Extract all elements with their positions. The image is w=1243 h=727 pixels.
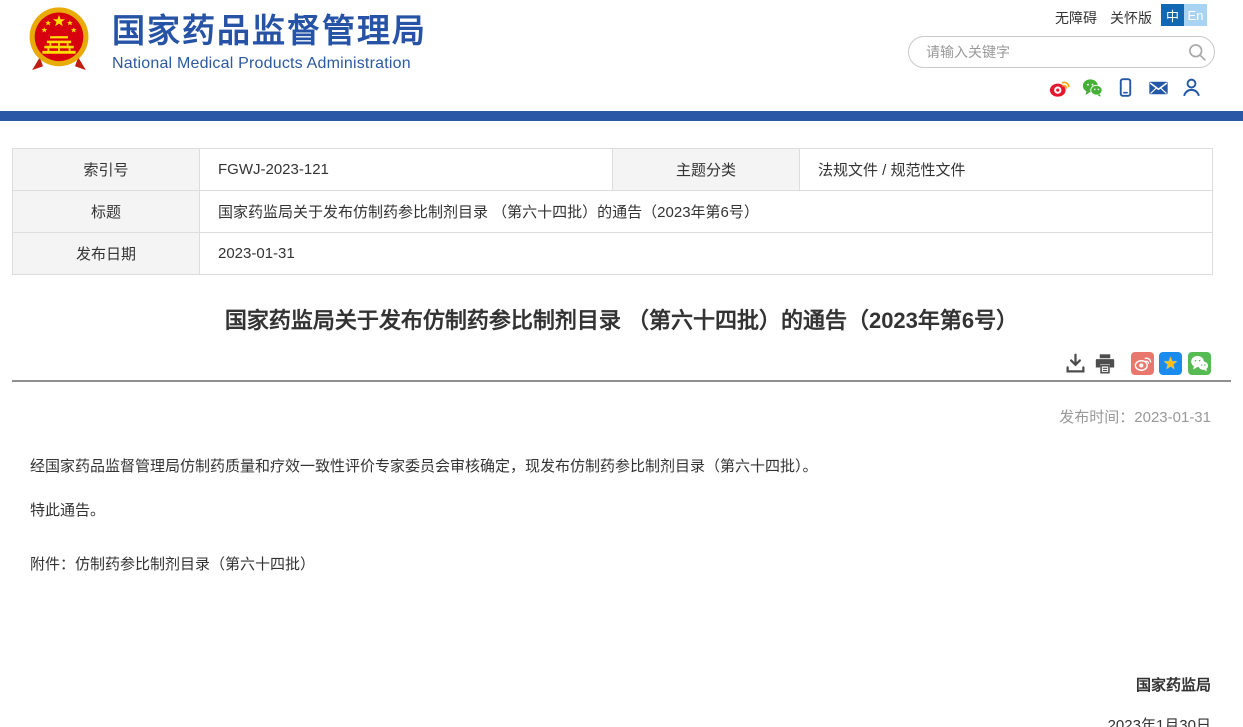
- signature-block: 国家药监局 2023年1月30日: [0, 674, 1211, 727]
- site-title-zh: 国家药品监督管理局: [112, 13, 427, 49]
- index-number-label: 索引号: [13, 149, 200, 191]
- national-emblem-logo: [27, 5, 91, 75]
- document-meta-table: 索引号 FGWJ-2023-121 主题分类 法规文件 / 规范性文件 标题 国…: [12, 148, 1213, 275]
- article-toolbar: ★: [0, 352, 1211, 376]
- body-paragraph: 特此通告。: [30, 499, 1211, 520]
- publish-date-value: 2023-01-31: [200, 233, 1213, 275]
- category-value: 法规文件 / 规范性文件: [800, 149, 1213, 191]
- body-paragraph: 经国家药品监督管理局仿制药质量和疗效一致性评价专家委员会审核确定，现发布仿制药参…: [30, 455, 1211, 476]
- wechat-icon[interactable]: [1082, 77, 1103, 98]
- mobile-icon[interactable]: [1115, 77, 1136, 98]
- search-icon[interactable]: [1180, 37, 1214, 67]
- star-glyph: ★: [1163, 354, 1178, 374]
- weibo-share-icon[interactable]: [1131, 352, 1154, 375]
- search-box: [908, 36, 1215, 68]
- title-divider-line: [12, 380, 1231, 382]
- weibo-icon[interactable]: [1049, 77, 1070, 98]
- care-version-link[interactable]: 关怀版: [1110, 8, 1152, 28]
- signature-date: 2023年1月30日: [0, 714, 1211, 727]
- site-title-en: National Medical Products Administration: [112, 55, 427, 73]
- user-icon[interactable]: [1181, 77, 1202, 98]
- index-number-value: FGWJ-2023-121: [200, 149, 613, 191]
- page-title: 国家药监局关于发布仿制药参比制剂目录 （第六十四批）的通告（2023年第6号）: [0, 305, 1243, 337]
- lang-english-button[interactable]: En: [1184, 4, 1207, 26]
- signer-name: 国家药监局: [0, 674, 1211, 695]
- article-body: 经国家药品监督管理局仿制药质量和疗效一致性评价专家委员会审核确定，现发布仿制药参…: [30, 455, 1211, 574]
- site-header: 国家药品监督管理局 National Medical Products Admi…: [0, 0, 1243, 111]
- table-row: 标题 国家药监局关于发布仿制药参比制剂目录 （第六十四批）的通告（2023年第6…: [13, 191, 1213, 233]
- accessibility-link[interactable]: 无障碍: [1055, 8, 1097, 28]
- category-label: 主题分类: [613, 149, 800, 191]
- table-row: 发布日期 2023-01-31: [13, 233, 1213, 275]
- mail-icon[interactable]: [1148, 77, 1169, 98]
- attachment-link[interactable]: 附件：仿制药参比制剂目录（第六十四批）: [30, 553, 1211, 574]
- publish-time: 发布时间：2023-01-31: [0, 406, 1211, 427]
- site-title-block: 国家药品监督管理局 National Medical Products Admi…: [112, 13, 427, 73]
- social-icon-row: [1049, 77, 1202, 98]
- top-utility-links: 无障碍 关怀版: [1055, 8, 1152, 28]
- title-value: 国家药监局关于发布仿制药参比制剂目录 （第六十四批）的通告（2023年第6号）: [200, 191, 1213, 233]
- header-divider-bar: [0, 111, 1243, 121]
- search-input[interactable]: [926, 44, 1180, 60]
- lang-chinese-button[interactable]: 中: [1161, 4, 1184, 26]
- qzone-favorite-icon[interactable]: ★: [1159, 352, 1182, 375]
- wechat-share-icon[interactable]: [1188, 352, 1211, 375]
- publish-date-label: 发布日期: [13, 233, 200, 275]
- download-icon[interactable]: [1065, 353, 1086, 374]
- print-icon[interactable]: [1094, 353, 1116, 374]
- table-row: 索引号 FGWJ-2023-121 主题分类 法规文件 / 规范性文件: [13, 149, 1213, 191]
- title-label: 标题: [13, 191, 200, 233]
- language-switch: 中 En: [1161, 4, 1207, 26]
